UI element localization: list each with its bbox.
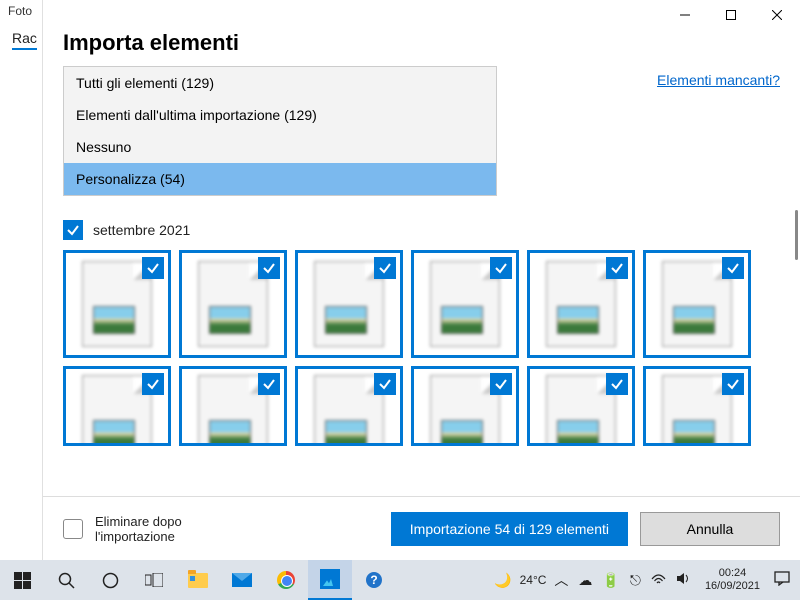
taskbar[interactable]: ? 🌙 24°C ︿ ☁ 🔋 ⎋ 00:24 16/09/2021 [0, 560, 800, 600]
taskbar-app-photos[interactable] [308, 560, 352, 600]
close-icon [772, 10, 782, 20]
weather-temp[interactable]: 24°C [520, 573, 547, 587]
notifications-icon[interactable] [772, 571, 792, 589]
cortana-button[interactable] [88, 560, 132, 600]
thumbnail-item[interactable] [643, 366, 751, 446]
thumbnail-item[interactable] [295, 366, 403, 446]
photos-icon [320, 569, 340, 589]
thumbnail-item[interactable] [63, 366, 171, 446]
dialog-footer: Eliminare dopo l'importazione Importazio… [43, 496, 800, 560]
check-icon [66, 223, 80, 237]
bluetooth-icon[interactable]: ⎋ [628, 572, 643, 589]
cancel-button[interactable]: Annulla [640, 512, 780, 546]
thumbnail-item[interactable] [643, 250, 751, 358]
taskbar-app-mail[interactable] [220, 560, 264, 600]
thumb-checkbox[interactable] [722, 373, 744, 395]
month-label: settembre 2021 [93, 222, 190, 238]
thumb-checkbox[interactable] [490, 373, 512, 395]
thumbnail-item[interactable] [179, 250, 287, 358]
wifi-icon[interactable] [649, 572, 668, 588]
dialog-titlebar [43, 0, 800, 30]
thumb-checkbox[interactable] [606, 373, 628, 395]
filter-option-last-import[interactable]: Elementi dall'ultima importazione (129) [64, 99, 496, 131]
task-view-button[interactable] [132, 560, 176, 600]
month-checkbox[interactable] [63, 220, 83, 240]
thumb-checkbox[interactable] [258, 257, 280, 279]
tray-chevron-icon[interactable]: ︿ [552, 570, 570, 590]
clock-time: 00:24 [705, 567, 760, 580]
missing-items-link[interactable]: Elementi mancanti? [657, 66, 780, 88]
minimize-button[interactable] [662, 0, 708, 30]
thumb-checkbox[interactable] [374, 257, 396, 279]
delete-after-checkbox[interactable] [63, 519, 83, 539]
thumb-checkbox[interactable] [258, 373, 280, 395]
close-button[interactable] [754, 0, 800, 30]
minimize-icon [680, 10, 690, 20]
scrollbar[interactable] [795, 210, 798, 260]
mail-icon [232, 573, 252, 587]
thumbnail-item[interactable] [411, 366, 519, 446]
thumbnail-item[interactable] [295, 250, 403, 358]
search-button[interactable] [44, 560, 88, 600]
clock-date: 16/09/2021 [705, 580, 760, 593]
chrome-icon [277, 571, 295, 589]
onedrive-icon[interactable]: ☁ [576, 572, 594, 589]
cortana-icon [102, 572, 119, 589]
thumb-checkbox[interactable] [142, 373, 164, 395]
maximize-button[interactable] [708, 0, 754, 30]
weather-icon[interactable]: 🌙 [492, 572, 513, 589]
svg-text:?: ? [370, 573, 377, 587]
folder-icon [188, 573, 208, 588]
import-dialog: Importa elementi Tutti gli elementi (129… [42, 0, 800, 560]
thumb-checkbox[interactable] [374, 373, 396, 395]
filter-option-none[interactable]: Nessuno [64, 131, 496, 163]
taskbar-clock[interactable]: 00:24 16/09/2021 [699, 567, 766, 593]
taskbar-app-explorer[interactable] [176, 560, 220, 600]
filter-option-custom[interactable]: Personalizza (54) [64, 163, 496, 195]
task-view-icon [145, 573, 163, 587]
thumb-checkbox[interactable] [606, 257, 628, 279]
filter-dropdown[interactable]: Tutti gli elementi (129) Elementi dall'u… [63, 66, 497, 196]
help-icon: ? [365, 571, 383, 589]
month-group-header[interactable]: settembre 2021 [63, 220, 780, 240]
thumbnail-item[interactable] [527, 366, 635, 446]
thumb-checkbox[interactable] [142, 257, 164, 279]
search-icon [58, 572, 75, 589]
taskbar-app-help[interactable]: ? [352, 560, 396, 600]
thumbnail-item[interactable] [527, 250, 635, 358]
bg-tab-collection[interactable]: Rac [12, 30, 37, 50]
thumbnail-item[interactable] [179, 366, 287, 446]
dialog-title: Importa elementi [63, 30, 780, 56]
thumbnail-item[interactable] [411, 250, 519, 358]
maximize-icon [726, 10, 736, 20]
delete-after-label: Eliminare dopo l'importazione [95, 514, 215, 544]
windows-icon [14, 572, 31, 589]
thumbnail-item[interactable] [63, 250, 171, 358]
volume-icon[interactable] [674, 572, 693, 588]
import-button[interactable]: Importazione 54 di 129 elementi [391, 512, 628, 546]
battery-icon[interactable]: 🔋 [600, 572, 621, 589]
start-button[interactable] [0, 560, 44, 600]
thumb-checkbox[interactable] [722, 257, 744, 279]
thumb-checkbox[interactable] [490, 257, 512, 279]
taskbar-app-chrome[interactable] [264, 560, 308, 600]
thumbnail-grid [63, 250, 780, 446]
filter-option-all[interactable]: Tutti gli elementi (129) [64, 67, 496, 99]
